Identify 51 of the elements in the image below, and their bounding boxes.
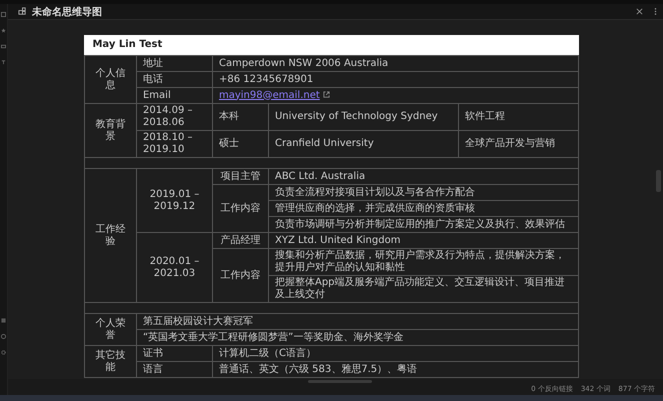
duty-text: 把握整体App端及服务端产品功能定义、交互逻辑设计、项目推进及上线交付	[268, 276, 579, 302]
company-name: XYZ Ltd. United Kingdom	[268, 232, 579, 248]
external-link-icon	[322, 91, 330, 98]
file-icon[interactable]	[1, 12, 6, 17]
field-label: 产品经理	[212, 232, 268, 248]
date-range: 2020.01 – 2021.03	[136, 232, 212, 302]
field-label: 电话	[136, 72, 212, 88]
scrollbar-thumb[interactable]	[656, 170, 661, 192]
field-label: 地址	[136, 56, 212, 72]
vault-icon[interactable]	[1, 318, 6, 323]
date-range: 2018.10 – 2019.10	[136, 130, 212, 158]
email-link[interactable]: mayin98@email.net	[218, 90, 320, 100]
close-icon[interactable]	[636, 8, 643, 15]
honor-text: “英国考文垂大学工程研修圆梦营”一等奖助金、海外奖学金	[136, 330, 579, 346]
field-label: 工作内容	[212, 248, 268, 302]
field-label: Email	[136, 88, 212, 104]
date-range: 2019.01 – 2019.12	[136, 168, 212, 232]
duty-text: 负责市场调研与分析并制定应用的推广方案定义及执行、效果评估	[268, 216, 579, 232]
field-label: 项目主管	[212, 168, 268, 184]
tab-title: 未命名思维导图	[32, 5, 102, 18]
more-options-icon[interactable]	[654, 8, 657, 15]
star-icon[interactable]	[1, 28, 6, 33]
section-heading: 工作经验	[84, 168, 136, 302]
grid-icon	[18, 7, 27, 16]
field-value: Camperdown NSW 2006 Australia	[212, 56, 579, 72]
section-heading: 教育背景	[84, 104, 136, 158]
duty-text: 负责全流程对接项目计划以及与各合作方配合	[268, 184, 579, 200]
company-name: ABC Ltd. Australia	[268, 168, 579, 184]
school-name: Cranfield University	[268, 130, 458, 158]
section-heading: 个人信息	[84, 56, 136, 104]
section-heading: 个人荣誉	[84, 314, 136, 346]
field-label: 证书	[136, 346, 212, 362]
field-value: +86 12345678901	[212, 72, 579, 88]
duty-text: 搜集和分析产品数据，研究用户需求及行为特点，提供解决方案，提升用户对产品的认知和黏性	[268, 248, 579, 276]
section-heading: 其它技能	[84, 346, 136, 378]
settings-icon[interactable]	[1, 350, 6, 355]
degree: 硕士	[212, 130, 268, 158]
major: 全球产品开发与营销	[458, 130, 579, 158]
school-name: University of Technology Sydney	[268, 104, 458, 130]
major: 软件工程	[458, 104, 579, 130]
field-value: 计算机二级（C语言）	[212, 346, 579, 362]
degree: 本科	[212, 104, 268, 130]
help-icon[interactable]	[1, 334, 6, 339]
table-title: May Lin Test	[84, 35, 579, 56]
card-icon[interactable]	[1, 44, 6, 49]
honor-text: 第五届校园设计大赛冠军	[136, 314, 579, 330]
field-label: 工作内容	[212, 184, 268, 232]
duty-text: 管理供应商的选择，并完成供应商的资质审核	[268, 200, 579, 216]
field-label: 语言	[136, 362, 212, 378]
field-value: 普通话、英文（六级 583、雅思7.5）、粤语	[212, 362, 579, 378]
date-range: 2014.09 – 2018.06	[136, 104, 212, 130]
